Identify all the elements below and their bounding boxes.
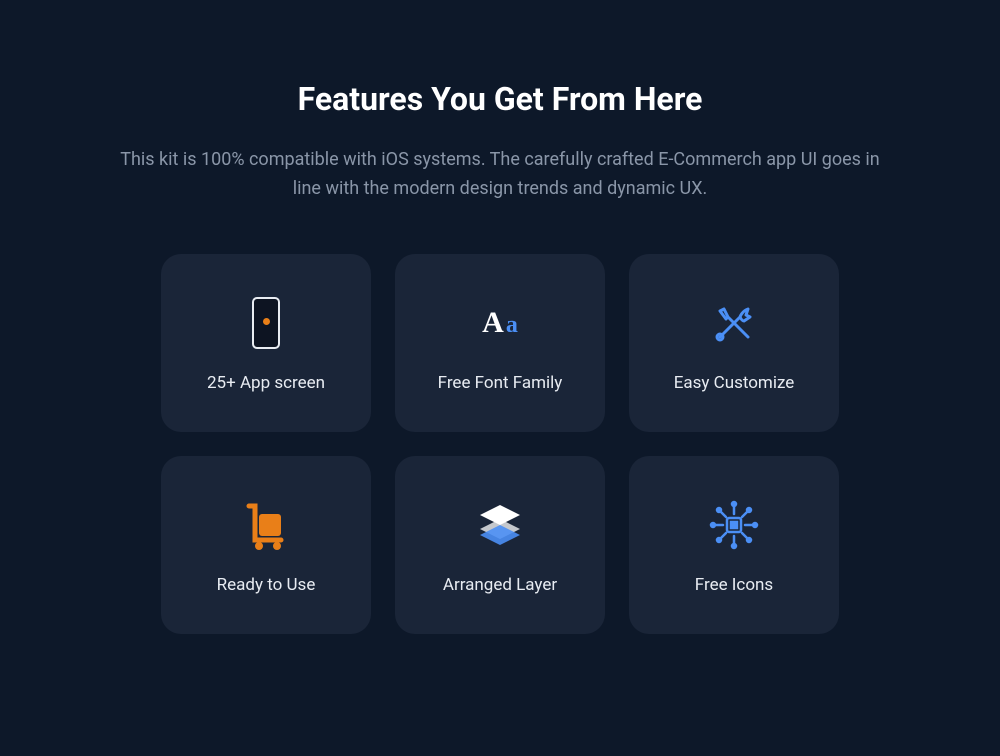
layers-icon	[476, 495, 524, 555]
feature-card-screens: 25+ App screen	[161, 254, 371, 432]
feature-card-icons: Free Icons	[629, 456, 839, 634]
feature-label: Free Font Family	[438, 373, 563, 393]
page-title: Features You Get From Here	[298, 80, 703, 118]
feature-label: 25+ App screen	[207, 373, 325, 393]
feature-card-font: Aa Free Font Family	[395, 254, 605, 432]
cpu-icon	[709, 495, 759, 555]
font-icon: Aa	[482, 293, 518, 353]
feature-label: Arranged Layer	[443, 575, 557, 595]
phone-icon	[252, 293, 280, 353]
feature-label: Ready to Use	[217, 575, 316, 595]
page-subtitle: This kit is 100% compatible with iOS sys…	[120, 146, 880, 204]
feature-label: Easy Customize	[674, 373, 795, 393]
feature-card-layers: Arranged Layer	[395, 456, 605, 634]
feature-label: Free Icons	[695, 575, 773, 595]
cart-icon	[241, 495, 291, 555]
tools-icon	[710, 293, 758, 353]
feature-card-customize: Easy Customize	[629, 254, 839, 432]
features-grid: 25+ App screen Aa Free Font Family Easy …	[161, 254, 839, 634]
feature-card-ready: Ready to Use	[161, 456, 371, 634]
